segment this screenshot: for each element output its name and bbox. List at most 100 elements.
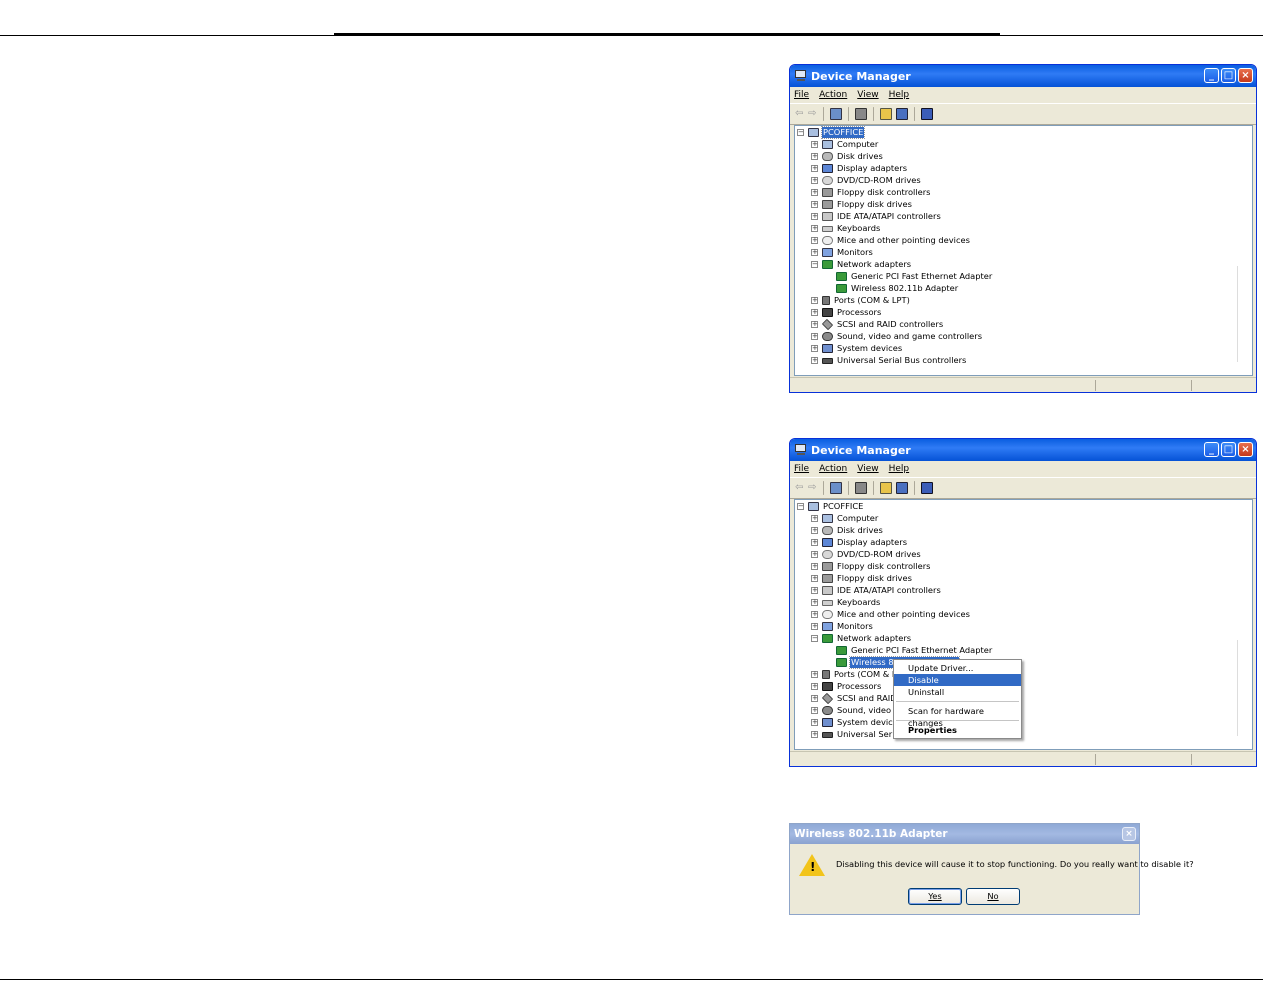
menu-help[interactable]: Help bbox=[889, 90, 910, 100]
tree-item-system-devices[interactable]: + System devices bbox=[811, 343, 903, 354]
tree-item-scsi-raid[interactable]: + SCSI and RAID bbox=[811, 692, 898, 705]
tree-item-display-adapters[interactable]: + Display adapters bbox=[811, 537, 908, 548]
tree-item-network-adapters[interactable]: − Network adapters bbox=[811, 633, 912, 644]
menu-view[interactable]: View bbox=[857, 90, 878, 100]
tree-item-wireless-adapter[interactable]: Wireless 802.11b Adapter bbox=[825, 283, 959, 294]
tree-item-keyboards[interactable]: + Keyboards bbox=[811, 597, 881, 608]
tree-item-mice[interactable]: + Mice and other pointing devices bbox=[811, 609, 971, 620]
menu-item-scan-hardware[interactable]: Scan for hardware changes bbox=[894, 705, 1021, 728]
tree-item-processors[interactable]: + Processors bbox=[811, 681, 882, 692]
expand-icon[interactable]: + bbox=[811, 321, 818, 328]
properties-help-icon[interactable] bbox=[880, 108, 892, 120]
no-button[interactable]: No bbox=[966, 888, 1020, 905]
tree-item-monitors[interactable]: + Monitors bbox=[811, 621, 874, 632]
tree-item-usb-controllers[interactable]: + Universal Serial bbox=[811, 729, 903, 740]
forward-arrow-icon[interactable]: ⇨ bbox=[808, 483, 817, 493]
view-icon[interactable] bbox=[896, 108, 908, 120]
expand-icon[interactable]: + bbox=[811, 731, 818, 738]
tree-item-computer[interactable]: + Computer bbox=[811, 513, 879, 524]
tree-item-monitors[interactable]: + Monitors bbox=[811, 247, 874, 258]
tree-item-scsi-raid[interactable]: + SCSI and RAID controllers bbox=[811, 318, 944, 331]
collapse-icon[interactable]: − bbox=[797, 503, 804, 510]
expand-icon[interactable]: + bbox=[811, 539, 818, 546]
expand-icon[interactable]: + bbox=[811, 213, 818, 220]
device-tree[interactable]: − PCOFFICE + Computer + Disk drives + Displa… bbox=[794, 125, 1253, 376]
expand-icon[interactable]: + bbox=[811, 189, 818, 196]
tree-item-usb-controllers[interactable]: + Universal Serial Bus controllers bbox=[811, 355, 967, 366]
expand-icon[interactable]: + bbox=[811, 177, 818, 184]
menu-help[interactable]: Help bbox=[889, 464, 910, 474]
tree-scroll-track[interactable] bbox=[1237, 640, 1244, 736]
minimize-button[interactable]: _ bbox=[1204, 68, 1219, 83]
expand-icon[interactable]: + bbox=[811, 237, 818, 244]
menu-file[interactable]: File bbox=[794, 464, 809, 474]
expand-icon[interactable]: + bbox=[811, 623, 818, 630]
expand-icon[interactable]: + bbox=[811, 153, 818, 160]
tree-item-ports[interactable]: + Ports (COM & LP bbox=[811, 669, 903, 680]
expand-icon[interactable]: + bbox=[811, 165, 818, 172]
expand-icon[interactable]: + bbox=[811, 515, 818, 522]
tree-item-system-devices[interactable]: + System devices bbox=[811, 717, 903, 728]
expand-icon[interactable]: + bbox=[811, 201, 818, 208]
menu-view[interactable]: View bbox=[857, 464, 878, 474]
expand-icon[interactable]: + bbox=[811, 225, 818, 232]
tree-root[interactable]: − PCOFFICE bbox=[797, 126, 866, 139]
expand-icon[interactable]: + bbox=[811, 345, 818, 352]
expand-icon[interactable]: + bbox=[811, 707, 818, 714]
scan-hardware-icon[interactable] bbox=[921, 482, 933, 494]
close-button[interactable]: × bbox=[1238, 442, 1253, 457]
dialog-title-bar[interactable]: Wireless 802.11b Adapter × bbox=[790, 824, 1139, 844]
print-icon[interactable] bbox=[855, 482, 867, 494]
collapse-icon[interactable]: − bbox=[811, 261, 818, 268]
tree-item-ethernet-adapter[interactable]: Generic PCI Fast Ethernet Adapter bbox=[825, 271, 993, 282]
tree-item-mice[interactable]: + Mice and other pointing devices bbox=[811, 235, 971, 246]
tree-item-keyboards[interactable]: + Keyboards bbox=[811, 223, 881, 234]
expand-icon[interactable]: + bbox=[811, 575, 818, 582]
tree-item-network-adapters[interactable]: − Network adapters bbox=[811, 259, 912, 270]
tree-item-disk-drives[interactable]: + Disk drives bbox=[811, 151, 884, 162]
expand-icon[interactable]: + bbox=[811, 695, 818, 702]
expand-icon[interactable]: + bbox=[811, 587, 818, 594]
expand-icon[interactable]: + bbox=[811, 671, 818, 678]
close-icon[interactable]: × bbox=[1122, 827, 1136, 841]
tree-item-floppy-drives[interactable]: + Floppy disk drives bbox=[811, 573, 913, 584]
maximize-button[interactable]: □ bbox=[1221, 442, 1236, 457]
show-hide-tree-icon[interactable] bbox=[830, 108, 842, 120]
expand-icon[interactable]: + bbox=[811, 357, 818, 364]
menu-item-update-driver[interactable]: Update Driver... bbox=[894, 662, 1021, 674]
title-bar[interactable]: Device Manager _ □ × bbox=[790, 439, 1256, 461]
expand-icon[interactable]: + bbox=[811, 141, 818, 148]
close-button[interactable]: × bbox=[1238, 68, 1253, 83]
back-arrow-icon[interactable]: ⇦ bbox=[795, 483, 804, 493]
expand-icon[interactable]: + bbox=[811, 249, 818, 256]
expand-icon[interactable]: + bbox=[811, 551, 818, 558]
tree-item-display-adapters[interactable]: + Display adapters bbox=[811, 163, 908, 174]
expand-icon[interactable]: + bbox=[811, 527, 818, 534]
tree-item-ide-controllers[interactable]: + IDE ATA/ATAPI controllers bbox=[811, 211, 942, 222]
tree-item-sound-video[interactable]: + Sound, video an bbox=[811, 705, 905, 716]
tree-scroll-track[interactable] bbox=[1237, 266, 1244, 362]
view-icon[interactable] bbox=[896, 482, 908, 494]
tree-item-sound-video[interactable]: + Sound, video and game controllers bbox=[811, 331, 983, 342]
forward-arrow-icon[interactable]: ⇨ bbox=[808, 109, 817, 119]
menu-item-properties[interactable]: Properties bbox=[894, 724, 1021, 736]
menu-action[interactable]: Action bbox=[819, 464, 847, 474]
tree-item-processors[interactable]: + Processors bbox=[811, 307, 882, 318]
tree-item-ethernet-adapter[interactable]: Generic PCI Fast Ethernet Adapter bbox=[825, 645, 993, 656]
expand-icon[interactable]: + bbox=[811, 309, 818, 316]
title-bar[interactable]: Device Manager _ □ × bbox=[790, 65, 1256, 87]
tree-item-dvd-cdrom[interactable]: + DVD/CD-ROM drives bbox=[811, 549, 922, 560]
yes-button[interactable]: Yes bbox=[908, 888, 962, 905]
expand-icon[interactable]: + bbox=[811, 611, 818, 618]
print-icon[interactable] bbox=[855, 108, 867, 120]
show-hide-tree-icon[interactable] bbox=[830, 482, 842, 494]
collapse-icon[interactable]: − bbox=[811, 635, 818, 642]
menu-item-disable[interactable]: Disable bbox=[894, 674, 1021, 686]
collapse-icon[interactable]: − bbox=[797, 129, 804, 136]
tree-root[interactable]: − PCOFFICE bbox=[797, 501, 864, 512]
maximize-button[interactable]: □ bbox=[1221, 68, 1236, 83]
tree-item-disk-drives[interactable]: + Disk drives bbox=[811, 525, 884, 536]
tree-item-computer[interactable]: + Computer bbox=[811, 139, 879, 150]
menu-action[interactable]: Action bbox=[819, 90, 847, 100]
minimize-button[interactable]: _ bbox=[1204, 442, 1219, 457]
